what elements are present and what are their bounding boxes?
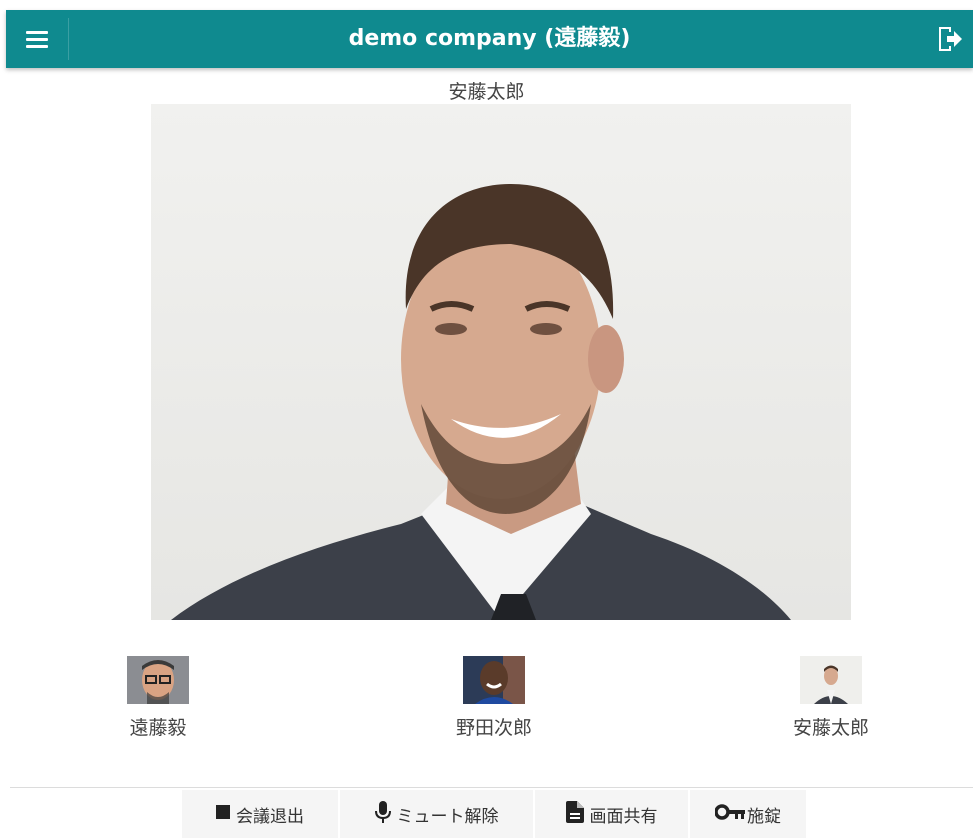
main-video: [151, 104, 851, 620]
logout-icon[interactable]: [935, 24, 965, 54]
app-bar: demo company (遠藤毅): [6, 10, 973, 68]
app-title: demo company (遠藤毅): [348, 26, 631, 51]
key-icon: [714, 803, 745, 825]
stop-square-icon: [216, 804, 230, 824]
toolbar-divider: [10, 787, 973, 788]
leave-meeting-label: 会議退出: [236, 806, 304, 827]
meeting-toolbar: 会議退出 ミュート解除 画面共有 施錠: [182, 790, 808, 838]
document-icon: [565, 800, 584, 828]
main-speaker-name: 安藤太郎: [448, 81, 525, 103]
screen-share-label: 画面共有: [589, 806, 658, 827]
participant-tile[interactable]: 安藤太郎: [766, 656, 896, 740]
participant-tile[interactable]: 野田次郎: [429, 656, 559, 740]
unmute-button[interactable]: ミュート解除: [340, 790, 533, 838]
microphone-icon: [374, 800, 391, 828]
participant-name: 野田次郎: [455, 717, 532, 739]
leave-meeting-button[interactable]: 会議退出: [182, 790, 338, 838]
participant-name: 遠藤毅: [129, 717, 187, 739]
screen-share-button[interactable]: 画面共有: [535, 790, 688, 838]
participant-avatar: [463, 656, 525, 704]
participant-name: 安藤太郎: [792, 717, 869, 739]
lock-button[interactable]: 施錠: [690, 790, 806, 838]
lock-label: 施錠: [747, 806, 781, 827]
participant-avatar: [800, 656, 862, 704]
participant-avatar: [127, 656, 189, 704]
unmute-label: ミュート解除: [396, 806, 499, 827]
participant-tile[interactable]: 遠藤毅: [93, 656, 223, 740]
